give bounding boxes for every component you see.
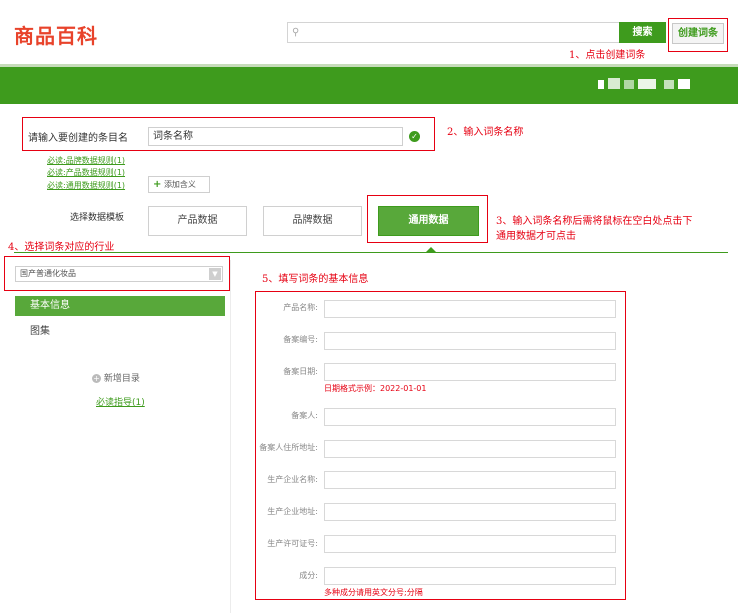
template-product[interactable]: 产品数据 — [148, 206, 247, 236]
add-directory-label: 新增目录 — [103, 374, 140, 384]
field-label-license-number: 生产许可证号: — [267, 539, 318, 548]
field-input-record-number[interactable] — [324, 332, 616, 350]
add-meaning-label: 添加含义 — [163, 180, 196, 189]
ingredients-hint: 多种成分请用英文分号;分隔 — [324, 588, 423, 597]
sidebar-separator — [230, 260, 231, 613]
annotation-step3-line2: 通用数据才可点击 — [496, 231, 576, 242]
search-input[interactable]: ⚲ — [287, 22, 620, 43]
green-banner — [0, 67, 738, 104]
chevron-down-icon: ▼ — [209, 268, 221, 280]
template-label: 选择数据模板 — [70, 213, 125, 223]
search-icon: ⚲ — [292, 27, 300, 38]
field-input-manufacturer-name[interactable] — [324, 471, 616, 489]
entry-label: 请输入要创建的条目名 — [28, 133, 128, 144]
sidebar-item-gallery[interactable]: 图集 — [30, 322, 50, 337]
template-brand[interactable]: 品牌数据 — [263, 206, 362, 236]
field-input-ingredients[interactable] — [324, 567, 616, 585]
field-input-record-date[interactable] — [324, 363, 616, 381]
field-input-manufacturer-address[interactable] — [324, 503, 616, 521]
section-divider — [14, 252, 728, 253]
field-input-registrant-address[interactable] — [324, 440, 616, 458]
rule-link-brand[interactable]: 必读:品牌数据规则(1) — [47, 155, 125, 166]
rule-link-product[interactable]: 必读:产品数据规则(1) — [47, 167, 125, 178]
check-icon: ✓ — [409, 131, 420, 142]
site-logo[interactable]: 商品百科 — [14, 20, 98, 49]
annotation-step4: 4、选择词条对应的行业 — [8, 242, 115, 253]
field-label-manufacturer-address: 生产企业地址: — [267, 507, 318, 516]
entry-name-input[interactable]: 词条名称 — [148, 127, 403, 146]
field-input-license-number[interactable] — [324, 535, 616, 553]
annotation-step5: 5、填写词条的基本信息 — [262, 274, 369, 285]
template-general[interactable]: 通用数据 — [378, 206, 479, 236]
annotation-step2: 2、输入词条名称 — [447, 127, 524, 138]
date-format-hint: 日期格式示例：2022-01-01 — [324, 384, 427, 393]
field-label-registrant: 备案人: — [291, 411, 318, 420]
rule-link-general[interactable]: 必读:通用数据规则(1) — [47, 180, 125, 191]
add-meaning-button[interactable]: + 添加含义 — [148, 176, 210, 193]
annotation-step3-line1: 3、输入词条名称后需将鼠标在空白处点击下 — [496, 216, 693, 227]
industry-select-value: 国产普通化妆品 — [20, 269, 76, 278]
plus-circle-icon: + — [92, 374, 101, 383]
tab-pointer — [425, 247, 437, 253]
field-label-record-number: 备案编号: — [283, 335, 318, 344]
field-label-record-date: 备案日期: — [283, 367, 318, 376]
field-input-registrant[interactable] — [324, 408, 616, 426]
field-label-product-name: 产品名称: — [283, 303, 318, 312]
field-label-manufacturer-name: 生产企业名称: — [267, 475, 318, 484]
search-button[interactable]: 搜索 — [619, 22, 666, 43]
sidebar-item-basic-info[interactable]: 基本信息 — [15, 296, 225, 316]
field-label-ingredients: 成分: — [299, 571, 318, 580]
annotation-step1: 1、点击创建词条 — [569, 50, 646, 61]
add-directory-button[interactable]: + 新增目录 — [92, 371, 140, 384]
industry-select[interactable]: 国产普通化妆品 ▼ — [15, 266, 223, 282]
create-entry-button[interactable]: 创建词条 — [672, 23, 724, 44]
field-input-product-name[interactable] — [324, 300, 616, 318]
plus-icon: + — [153, 179, 162, 190]
field-label-registrant-address: 备案人住所地址: — [259, 443, 318, 452]
guide-link[interactable]: 必读指导(1) — [96, 395, 145, 408]
